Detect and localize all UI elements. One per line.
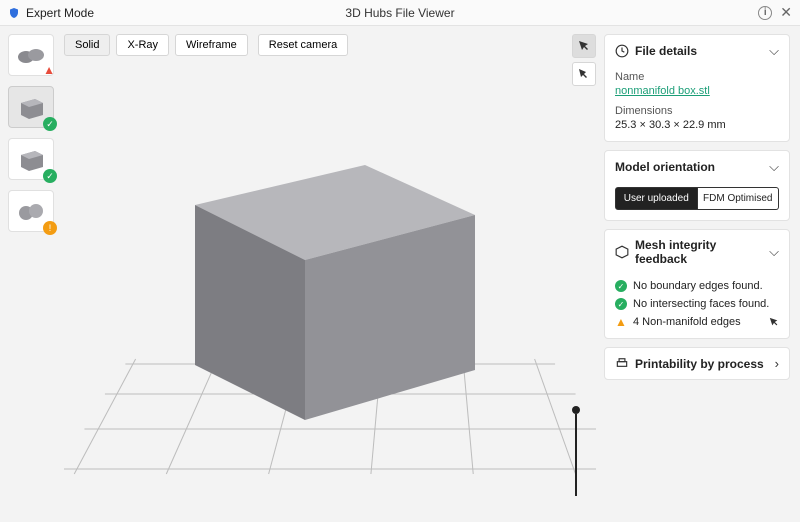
mesh-check-row: ✓ No boundary edges found.	[615, 280, 779, 292]
mesh-icon	[615, 245, 629, 259]
file-details-header[interactable]: File details ⌵	[605, 35, 789, 67]
shield-icon	[8, 7, 20, 19]
canvas[interactable]	[64, 66, 596, 514]
mesh-check-row[interactable]: ▲ 4 Non-manifold edges	[615, 316, 779, 328]
mode-label: Expert Mode	[26, 6, 94, 20]
reset-camera-button[interactable]: Reset camera	[258, 34, 348, 56]
thumbnail-1[interactable]: ✓	[8, 86, 54, 128]
xray-button[interactable]: X-Ray	[116, 34, 169, 56]
check-icon: ✓	[615, 298, 627, 310]
select-tool-icon[interactable]	[572, 34, 596, 58]
viewport[interactable]: Solid X-Ray Wireframe Reset camera	[62, 26, 604, 522]
orientation-panel: Model orientation ⌵ User uploaded FDM Op…	[604, 150, 790, 221]
warning-icon: ▲	[43, 63, 55, 77]
mesh-integrity-header[interactable]: Mesh integrity feedback ⌵	[605, 230, 789, 274]
thumbnail-0[interactable]: ▲	[8, 34, 54, 76]
fdm-optimised-option[interactable]: FDM Optimised	[698, 187, 780, 210]
file-details-panel: File details ⌵ Name nonmanifold box.stl …	[604, 34, 790, 142]
info-icon[interactable]: i	[758, 6, 772, 20]
solid-button[interactable]: Solid	[64, 34, 110, 56]
file-icon	[615, 44, 629, 58]
filename-link[interactable]: nonmanifold box.stl	[615, 85, 710, 97]
app-title: 3D Hubs File Viewer	[269, 6, 530, 20]
side-panel: File details ⌵ Name nonmanifold box.stl …	[604, 26, 800, 522]
printability-header[interactable]: Printability by process ›	[605, 348, 789, 379]
chevron-right-icon: ›	[775, 356, 779, 371]
view-toolbar: Solid X-Ray Wireframe Reset camera	[64, 34, 596, 56]
name-label: Name	[615, 71, 779, 83]
thumbnail-2[interactable]: ✓	[8, 138, 54, 180]
mesh-integrity-panel: Mesh integrity feedback ⌵ ✓ No boundary …	[604, 229, 790, 339]
warning-icon: ▲	[615, 316, 627, 328]
thumbnail-strip: ▲ ✓ ✓ !	[0, 26, 62, 522]
info-icon: !	[43, 221, 57, 235]
check-icon: ✓	[43, 169, 57, 183]
user-uploaded-option[interactable]: User uploaded	[615, 187, 698, 210]
titlebar: Expert Mode 3D Hubs File Viewer i ✕	[0, 0, 800, 26]
close-icon[interactable]: ✕	[780, 4, 792, 21]
main: ▲ ✓ ✓ ! Solid X-Ray Wireframe Reset came…	[0, 26, 800, 522]
check-icon: ✓	[43, 117, 57, 131]
chevron-down-icon: ⌵	[769, 244, 779, 260]
model-cube	[165, 125, 495, 425]
chevron-down-icon: ⌵	[769, 43, 779, 59]
scale-marker	[570, 406, 582, 496]
printability-panel: Printability by process ›	[604, 347, 790, 380]
wireframe-button[interactable]: Wireframe	[175, 34, 248, 56]
orientation-header[interactable]: Model orientation ⌵	[605, 151, 789, 183]
dimensions-label: Dimensions	[615, 105, 779, 117]
thumbnail-3[interactable]: !	[8, 190, 54, 232]
printer-icon	[615, 357, 629, 371]
orientation-segment: User uploaded FDM Optimised	[615, 187, 779, 210]
check-icon: ✓	[615, 280, 627, 292]
chevron-down-icon: ⌵	[769, 159, 779, 175]
mesh-check-row: ✓ No intersecting faces found.	[615, 298, 779, 310]
cursor-icon	[769, 317, 779, 327]
dimensions-value: 25.3 × 30.3 × 22.9 mm	[615, 119, 779, 131]
